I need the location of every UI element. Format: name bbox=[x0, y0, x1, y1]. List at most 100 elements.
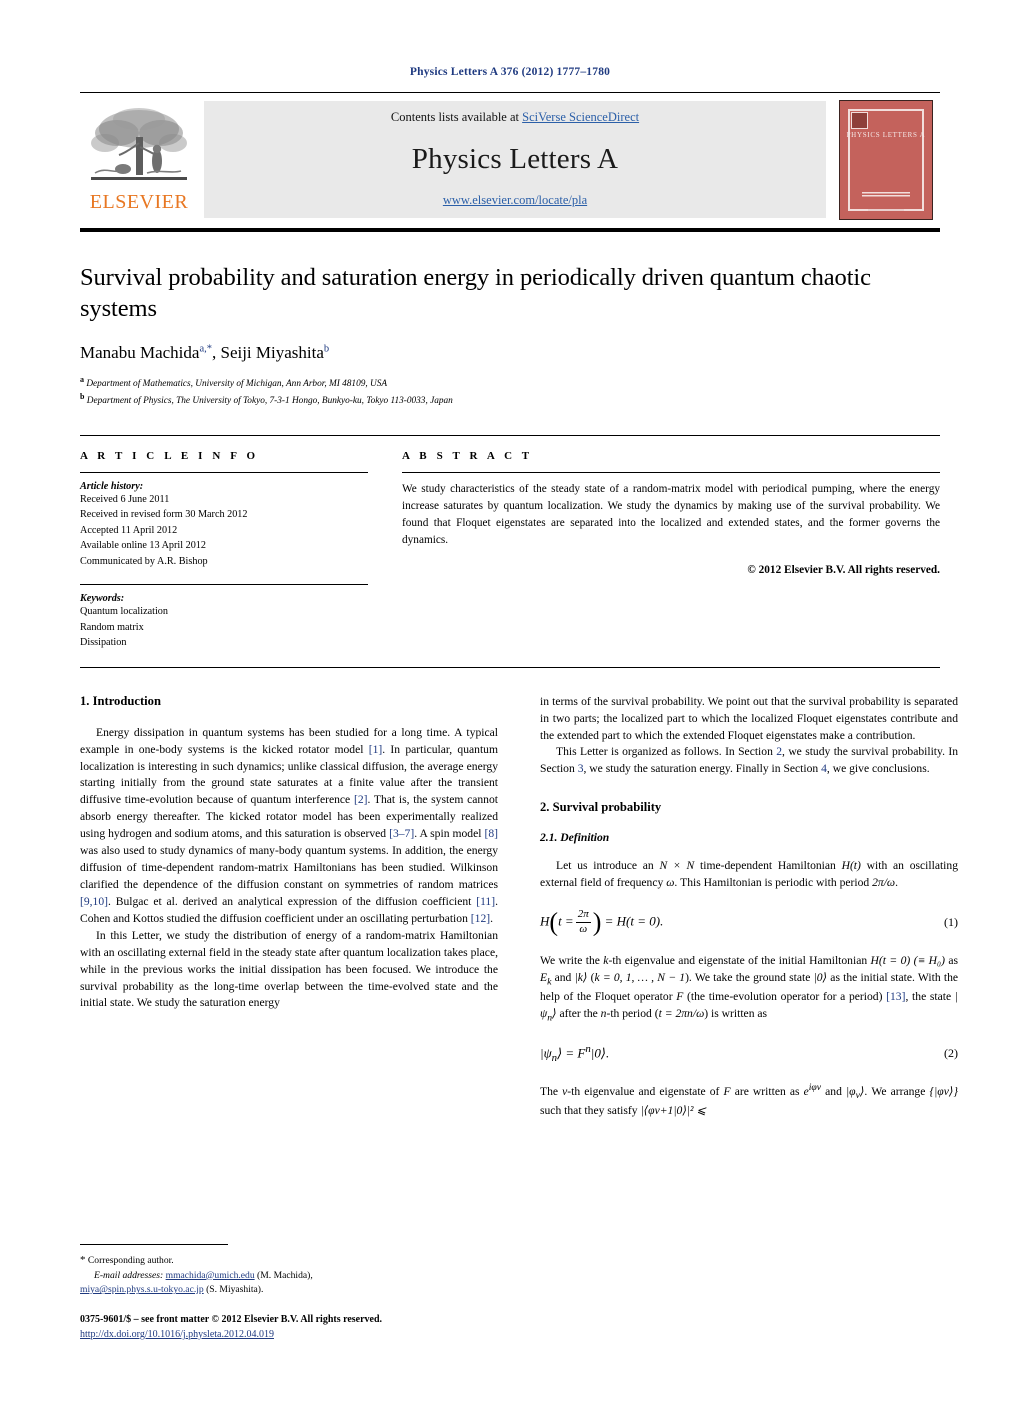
p1-seg-h: . bbox=[490, 911, 494, 925]
equation-2-number: (2) bbox=[944, 1045, 958, 1060]
imprint-block: 0375-9601/$ – see front matter © 2012 El… bbox=[80, 1312, 498, 1342]
article-info-heading: A R T I C L E I N F O bbox=[80, 449, 259, 462]
eq1-close-paren: ) bbox=[592, 907, 602, 937]
sciencedirect-link[interactable]: SciVerse ScienceDirect bbox=[522, 110, 639, 124]
dp1-e: . bbox=[895, 876, 899, 890]
footnote-rule bbox=[80, 1244, 228, 1245]
eq1-open-paren: ( bbox=[549, 907, 559, 937]
article-info-column: A R T I C L E I N F O Article history: R… bbox=[80, 450, 368, 651]
journal-masthead: ELSEVIER Contents lists available at Sci… bbox=[80, 92, 940, 220]
abstract-text: We study characteristics of the steady s… bbox=[402, 482, 940, 546]
equation-1: H(t = 2π ω) = H(t = 0). (1) bbox=[540, 907, 958, 937]
elsevier-wordmark: ELSEVIER bbox=[89, 191, 189, 213]
eq2-mid: ⟩ = F bbox=[557, 1044, 586, 1060]
equation-2: |ψn⟩ = Fn|0⟩. (2) bbox=[540, 1043, 958, 1064]
affiliation-b-marker: b bbox=[80, 392, 85, 402]
dp2-ket-k: |k⟩ bbox=[574, 970, 588, 984]
dp2-k2: -th period ( bbox=[606, 1007, 659, 1021]
dp2-f: ). We take the ground state bbox=[685, 970, 814, 984]
citation-2[interactable]: [2] bbox=[354, 793, 368, 806]
equation-2-body: |ψn⟩ = Fn|0⟩. bbox=[540, 1043, 609, 1064]
author-1-affil-marker[interactable]: a,* bbox=[199, 343, 212, 354]
rp2-seg-d: , we give conclusions. bbox=[826, 762, 930, 776]
article-history-label: Article history: bbox=[80, 480, 144, 492]
dp2-h: (the time-evolution operator for a perio… bbox=[683, 990, 887, 1004]
citation-6[interactable]: [11] bbox=[476, 895, 495, 908]
abstract-column: A B S T R A C T We study characteristics… bbox=[402, 450, 940, 651]
citation-5[interactable]: [9,10] bbox=[80, 895, 108, 908]
left-column: 1. Introduction Energy dissipation in qu… bbox=[80, 694, 498, 1120]
keyword-item: Quantum localization bbox=[80, 606, 168, 618]
email-link-miyashita[interactable]: miya@spin.phys.s.u-tokyo.ac.jp bbox=[80, 1284, 204, 1295]
author-list: Manabu Machidaa,*, Seiji Miyashitab bbox=[80, 343, 940, 363]
citation-7[interactable]: [12] bbox=[471, 912, 490, 925]
history-item: Received in revised form 30 March 2012 bbox=[80, 509, 248, 521]
elsevier-tree-icon bbox=[91, 108, 187, 180]
citation-13[interactable]: [13] bbox=[886, 990, 905, 1003]
corresponding-author-line: * Corresponding author. bbox=[80, 1252, 498, 1269]
affiliation-b: b Department of Physics, The University … bbox=[80, 391, 940, 409]
eq1-rhs: = H(t = 0). bbox=[604, 913, 664, 929]
right-paragraph-2: This Letter is organized as follows. In … bbox=[540, 744, 958, 778]
email-link-machida[interactable]: mmachida@umich.edu bbox=[166, 1270, 255, 1281]
author-2-affil-marker[interactable]: b bbox=[324, 343, 329, 354]
intro-paragraph-2: In this Letter, we study the distributio… bbox=[80, 928, 498, 1010]
paper-page: Physics Letters A 376 (2012) 1777–1780 E… bbox=[0, 66, 1020, 1417]
article-info-abstract-block: A R T I C L E I N F O Article history: R… bbox=[80, 434, 940, 668]
intro-paragraph-1: Energy dissipation in quantum systems ha… bbox=[80, 725, 498, 928]
dp3-a: The bbox=[540, 1084, 563, 1098]
title-block: Survival probability and saturation ener… bbox=[80, 262, 940, 409]
dp1-b: time-dependent Hamiltonian bbox=[694, 859, 842, 873]
dp3-inequality: |⟨φν+1|0⟩|² ⩽ bbox=[640, 1103, 707, 1117]
dp1-hamiltonian: H(t) bbox=[841, 859, 861, 873]
affiliation-b-text: Department of Physics, The University of… bbox=[86, 396, 453, 407]
definition-paragraph-1: Let us introduce an N × N time-dependent… bbox=[540, 858, 958, 892]
dp3-g: such that they satisfy bbox=[540, 1103, 641, 1117]
dp2-l: ) is written as bbox=[704, 1007, 768, 1021]
rp2-seg-c: , we study the saturation energy. Finall… bbox=[583, 762, 822, 776]
right-column: in terms of the survival probability. We… bbox=[540, 694, 958, 1120]
eq2-lhs: |ψ bbox=[540, 1044, 552, 1060]
dp3-F: F bbox=[723, 1084, 731, 1098]
dp2-i: , the state bbox=[905, 990, 955, 1004]
email-line-2: miya@spin.phys.s.u-tokyo.ac.jp (S. Miyas… bbox=[80, 1283, 498, 1298]
dp2-j: after the bbox=[556, 1007, 601, 1021]
affiliation-a-marker: a bbox=[80, 374, 84, 384]
cover-image: PHYSICS LETTERS A bbox=[839, 99, 933, 220]
affiliation-a: a Department of Mathematics, University … bbox=[80, 374, 940, 392]
section-heading-survival-probability: 2. Survival probability bbox=[540, 800, 662, 815]
email-addresses-label: E-mail addresses: bbox=[94, 1269, 164, 1281]
dp3-f: . We arrange bbox=[864, 1084, 930, 1098]
keywords-label: Keywords: bbox=[80, 593, 125, 605]
abstract-heading: A B S T R A C T bbox=[402, 449, 533, 462]
journal-homepage-link[interactable]: www.elsevier.com/locate/pla bbox=[443, 193, 587, 208]
history-item: Accepted 11 April 2012 bbox=[80, 524, 178, 536]
elsevier-logo: ELSEVIER bbox=[80, 101, 198, 218]
definition-paragraph-3: The ν-th eigenvalue and eigenstate of F … bbox=[540, 1081, 958, 1120]
keyword-item: Dissipation bbox=[80, 637, 127, 649]
affiliation-a-text: Department of Mathematics, University of… bbox=[86, 378, 388, 389]
keywords-list: Quantum localization Random matrix Dissi… bbox=[80, 604, 368, 651]
dp3-c: are written as bbox=[730, 1084, 804, 1098]
eq2-end: |0⟩. bbox=[590, 1044, 610, 1060]
dp2-c: as bbox=[944, 953, 958, 967]
citation-1[interactable]: [1] bbox=[369, 743, 383, 756]
corresponding-author-text: Corresponding author. bbox=[87, 1255, 174, 1266]
history-item: Communicated by A.R. Bishop bbox=[80, 555, 208, 567]
abstract-copyright: © 2012 Elsevier B.V. All rights reserved… bbox=[747, 564, 940, 577]
doi-link[interactable]: http://dx.doi.org/10.1016/j.physleta.201… bbox=[80, 1329, 274, 1340]
cover-title-text: PHYSICS LETTERS A bbox=[846, 130, 926, 139]
dp1-period: 2π/ω bbox=[872, 876, 896, 890]
eq1-var: t = bbox=[558, 913, 574, 929]
citation-4[interactable]: [8] bbox=[484, 827, 498, 840]
definition-paragraph-2: We write the k-th eigenvalue and eigenst… bbox=[540, 953, 958, 1026]
running-head: Physics Letters A 376 (2012) 1777–1780 bbox=[409, 66, 611, 78]
subsection-heading-definition: 2.1. Definition bbox=[540, 831, 610, 845]
article-history-list: Received 6 June 2011 Received in revised… bbox=[80, 492, 368, 570]
dp3-b: -th eigenvalue and eigenstate of bbox=[567, 1084, 724, 1098]
author-1-name: Manabu Machida bbox=[80, 342, 200, 362]
equation-1-body: H(t = 2π ω) = H(t = 0). bbox=[540, 907, 664, 937]
dp2-hamiltonian: H(t = 0) (≡ H₀) bbox=[870, 953, 945, 967]
citation-3[interactable]: [3–7] bbox=[389, 827, 414, 840]
p1-seg-e: was also used to study dynamics of many-… bbox=[80, 844, 498, 892]
